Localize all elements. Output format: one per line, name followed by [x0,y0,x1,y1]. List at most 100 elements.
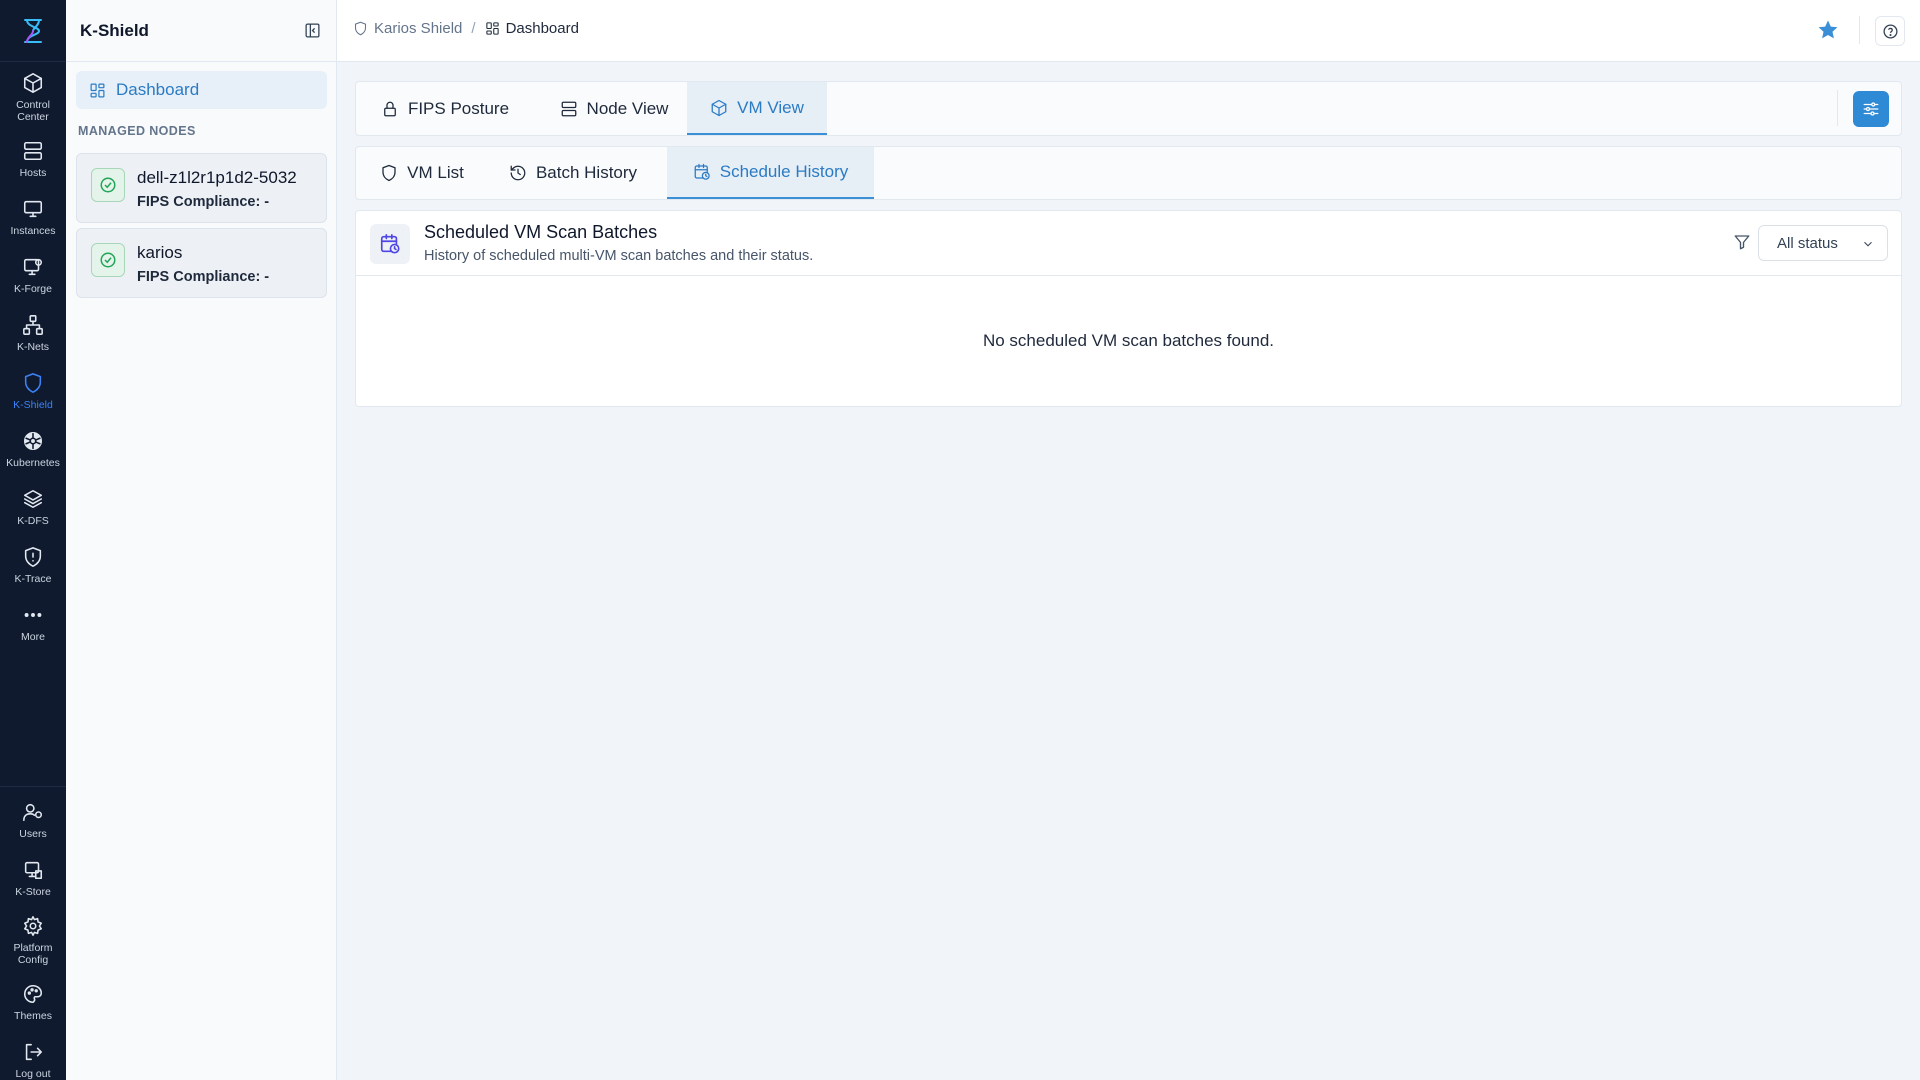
palette-icon [23,984,43,1004]
rail-label: K-Store [15,886,51,898]
rail-divider [0,786,66,787]
sidebar-item-label: Dashboard [116,80,200,99]
rail-item-k-forge[interactable]: K-Forge [0,256,66,295]
history-icon [510,165,526,181]
rail-item-kubernetes[interactable]: Kubernetes [0,430,66,469]
forge-icon [23,258,43,276]
rail-item-more[interactable]: More [0,604,66,643]
breadcrumb: Karios Shield / Dashboard [353,20,579,37]
rail-item-k-store[interactable]: K-Store [0,859,66,898]
tab-batch-history[interactable]: Batch History [488,147,658,199]
settings-sliders-button[interactable] [1853,91,1889,127]
node-card[interactable]: karios FIPS Compliance: - [76,228,327,298]
rail-label: Hosts [19,167,47,179]
calendar-clock-icon [694,163,710,180]
rail-item-k-dfs[interactable]: K-DFS [0,488,66,527]
rail-item-hosts[interactable]: Hosts [0,140,66,179]
help-button[interactable] [1875,16,1905,46]
filter-icon [1733,233,1753,253]
rail-item-k-nets[interactable]: K-Nets [0,314,66,353]
rail-label: Themes [14,1010,52,1022]
app-logo[interactable] [0,0,66,62]
node-name: dell-z1l2r1p1d2-5032 [137,168,297,187]
rail-label: Platform Config [13,942,53,966]
layers-icon [23,489,43,509]
rail-label: K-Trace [14,573,52,585]
shield-alert-icon [24,547,42,567]
tab-fips-posture[interactable]: FIPS Posture [356,82,534,135]
breadcrumb-separator: / [471,20,476,37]
collapse-sidebar-button[interactable] [302,21,322,41]
network-icon [23,315,43,335]
shield-icon [24,373,42,393]
helm-icon [23,431,43,451]
app-rail: Control Center Hosts Instances K-Forge K… [0,0,66,1080]
status-check-icon [91,243,125,277]
rail-label: K-DFS [17,515,49,527]
store-icon [24,861,43,880]
shield-icon [354,21,367,36]
node-card[interactable]: dell-z1l2r1p1d2-5032 FIPS Compliance: - [76,153,327,223]
rail-label: Log out [15,1068,51,1080]
status-filter-select[interactable]: All status [1758,225,1888,261]
panel-subtitle: History of scheduled multi-VM scan batch… [424,248,814,264]
users-icon [23,803,43,822]
breadcrumb-root[interactable]: Karios Shield [374,20,462,37]
tab-schedule-history[interactable]: Schedule History [667,147,874,199]
empty-state-message: No scheduled VM scan batches found. [982,331,1275,350]
status-filter-value: All status [1777,234,1838,252]
rail-item-users[interactable]: Users [0,801,66,840]
topbar: Karios Shield / Dashboard [337,0,1920,62]
rail-item-k-shield[interactable]: K-Shield [0,372,66,411]
gear-icon [23,916,43,936]
cube-icon [23,73,43,93]
tab-label: Schedule History [719,162,849,181]
panel-title: Scheduled VM Scan Batches [424,222,658,242]
rail-item-themes[interactable]: Themes [0,983,66,1022]
favorite-star-icon[interactable] [1816,18,1840,42]
server-icon [23,141,43,161]
rail-item-instances[interactable]: Instances [0,198,66,237]
node-name: karios [137,243,183,262]
help-icon [1882,23,1898,39]
chevron-down-icon [1864,241,1872,247]
rail-item-platform-config[interactable]: Platform Config [0,915,66,966]
breadcrumb-current-label: Dashboard [505,20,579,37]
tab-label: Batch History [535,163,638,182]
logout-icon [25,1043,43,1061]
sub-tabs: VM List Batch History Schedule History [355,146,1902,200]
main-tabs: FIPS Posture Node View VM View [355,81,1902,136]
breadcrumb-current: Dashboard [485,20,579,37]
rail-item-k-trace[interactable]: K-Trace [0,546,66,585]
node-compliance: FIPS Compliance: - [137,269,270,285]
rail-item-control-center[interactable]: Control Center [0,72,66,123]
topbar-divider [1859,16,1860,44]
node-compliance: FIPS Compliance: - [137,194,270,210]
sidebar-item-dashboard[interactable]: Dashboard [76,71,327,109]
tab-node-view[interactable]: Node View [534,82,694,135]
tab-label: FIPS Posture [407,98,510,118]
shield-icon [382,164,396,182]
tab-vm-view[interactable]: VM View [687,82,827,135]
calendar-clock-icon [370,224,410,264]
tab-vm-list[interactable]: VM List [356,147,488,199]
managed-nodes-heading: MANAGED NODES [78,124,196,138]
dashboard-icon [90,83,105,97]
sidebar-title: K-Shield [80,20,149,40]
panel-header: Scheduled VM Scan Batches History of sch… [356,211,1901,276]
box-icon [711,99,727,116]
tab-label: VM List [407,163,464,182]
scheduled-batches-panel: Scheduled VM Scan Batches History of sch… [355,210,1902,407]
rail-label: Control Center [16,99,50,123]
server-icon [561,101,576,116]
tab-label: VM View [737,97,804,117]
sidebar-header: K-Shield [66,0,336,62]
sliders-icon [1863,102,1879,116]
status-check-icon [91,168,125,202]
lock-icon [384,101,396,116]
panel-left-icon [304,23,320,38]
hourglass-logo-icon [24,18,42,43]
monitor-icon [23,200,43,218]
rail-item-log-out[interactable]: Log out [0,1041,66,1080]
rail-label: Kubernetes [6,457,60,469]
